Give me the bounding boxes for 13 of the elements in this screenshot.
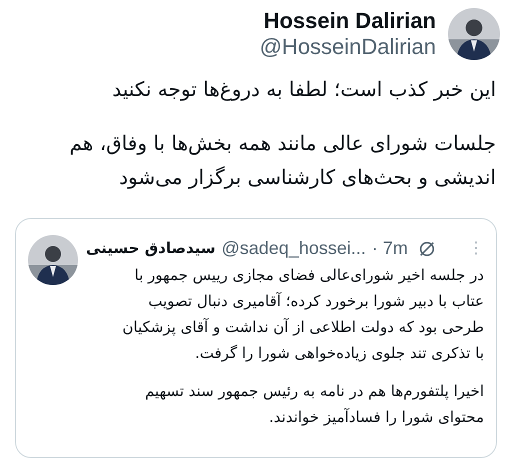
tweet-text: جلسات شورای عالی مانند همه بخش‌ها با وفاق، هم اندیشی و بحث‌های کارشناسی برگزار می‌شود: [68, 130, 496, 191]
author-name: Hossein Dalirian: [264, 8, 436, 34]
quoted-author-name: سیدصادق حسینی: [86, 238, 216, 260]
quoted-author-handle: @sadeq_hossei...: [222, 237, 366, 260]
slashed-circle-icon: [418, 240, 436, 258]
quoted-tweet-text: در جلسه اخیر شورای‌عالی فضای مجازی رییس جمهور با عتاب با دبیر شورا برخورد کرده؛ آقامیری دنبال تصویب طرحی بود که دولت اطلاعی از آن نداشت و آقای پزشکیان با تذکری تند جلوی زیاده‌خواهی شورا را گرفت.: [121, 265, 484, 364]
tweet-text: این خبر کذب است؛ لطفا به دروغ‌ها توجه نکنید: [111, 76, 496, 103]
avatar: [28, 235, 78, 285]
post-time: · 7m: [372, 237, 408, 260]
more-button[interactable]: ⋮: [468, 236, 484, 260]
quoted-tweet-text: اخیرا پلتفورم‌ها هم در نامه به رئیس جمهور سند تسهیم محتوای شورا را فسادآمیز خواندند.: [144, 381, 484, 428]
avatar: [448, 8, 500, 60]
author-handle: @HosseinDalirian: [260, 34, 436, 60]
